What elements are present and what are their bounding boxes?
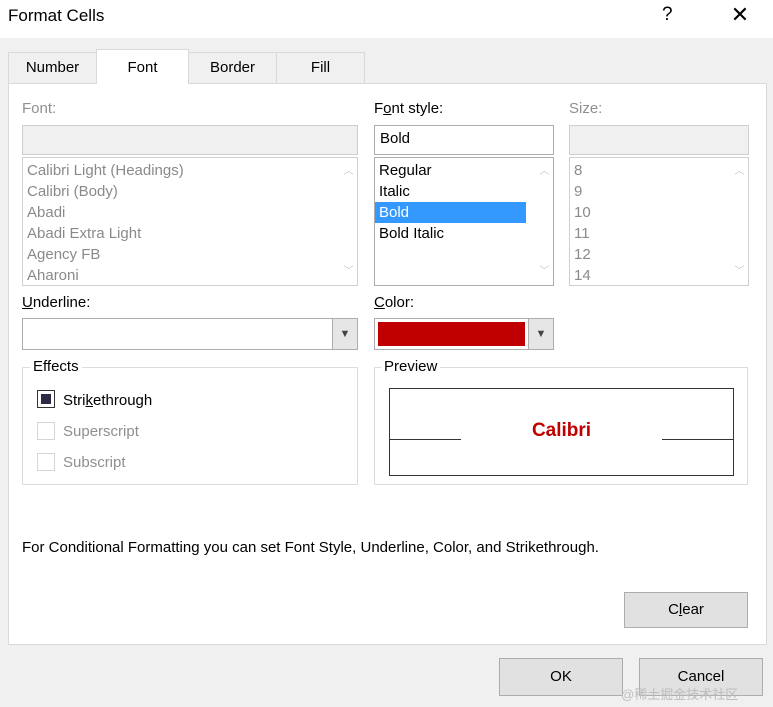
preview-title: Preview — [381, 358, 441, 375]
strikethrough-checkbox[interactable] — [37, 390, 55, 408]
list-item: Aharoni — [27, 267, 79, 284]
chevron-down-icon[interactable]: ▼ — [332, 319, 357, 349]
preview-box: Calibri — [389, 388, 734, 476]
tab-number[interactable]: Number — [8, 52, 97, 83]
title-bar: Format Cells ? ✕ — [0, 0, 773, 38]
font-style-list[interactable]: Regular Italic Bold Bold Italic ︿ ﹀ — [374, 157, 554, 286]
preview-sample-text: Calibri — [531, 420, 592, 441]
list-item: 14 — [574, 267, 591, 284]
tab-border[interactable]: Border — [188, 52, 277, 83]
list-item: 8 — [574, 162, 583, 179]
scroll-up-icon[interactable]: ︿ — [536, 163, 553, 180]
list-item: Agency FB — [27, 246, 101, 263]
underline-select[interactable]: ▼ — [22, 318, 358, 350]
clear-button[interactable]: Clear — [624, 592, 748, 628]
scroll-down-icon: ﹀ — [343, 266, 354, 277]
list-item: 11 — [574, 225, 590, 242]
scroll-down-icon: ﹀ — [734, 266, 745, 277]
superscript-checkbox — [37, 422, 55, 440]
list-item: 12 — [574, 246, 591, 263]
ok-button[interactable]: OK — [499, 658, 623, 696]
font-list: Calibri Light (Headings) Calibri (Body) … — [22, 157, 358, 286]
chevron-down-icon[interactable]: ▼ — [528, 319, 553, 349]
list-item: Calibri Light (Headings) — [27, 162, 184, 179]
list-item: Calibri (Body) — [27, 183, 118, 200]
close-icon[interactable]: ✕ — [729, 2, 751, 28]
checkbox-fill-icon — [41, 394, 51, 404]
subscript-label: Subscript — [63, 454, 126, 471]
window-title: Format Cells — [8, 6, 105, 25]
size-input — [569, 125, 749, 155]
tab-font[interactable]: Font — [96, 49, 189, 84]
tab-fill[interactable]: Fill — [276, 52, 365, 83]
font-style-scrollbar[interactable]: ︿ ﹀ — [536, 158, 553, 285]
underline-label: Underline: — [22, 294, 91, 311]
list-item: Abadi Extra Light — [27, 225, 142, 242]
size-list: 8 9 10 11 12 14 ︿ ﹀ — [569, 157, 749, 286]
font-style-input[interactable]: Bold — [374, 125, 554, 155]
list-item[interactable]: Bold Italic — [375, 223, 526, 244]
superscript-label: Superscript — [63, 423, 139, 440]
color-label: Color: — [374, 294, 415, 311]
font-label: Font: — [22, 100, 57, 117]
effects-title: Effects — [30, 358, 82, 375]
list-item: Abadi — [27, 204, 66, 221]
subscript-checkbox — [37, 453, 55, 471]
list-item-selected[interactable]: Bold — [375, 202, 526, 223]
list-item[interactable]: Italic — [375, 181, 526, 202]
color-picker[interactable]: ▼ — [374, 318, 554, 350]
size-label: Size: — [569, 100, 603, 117]
watermark-text: @稀土掘金技术社区 — [621, 687, 739, 702]
font-name-input — [22, 125, 358, 155]
size-list-scrollbar: ︿ ﹀ — [731, 158, 748, 285]
list-item[interactable]: Regular — [375, 160, 526, 181]
strikethrough-label[interactable]: Strikethrough — [63, 392, 152, 409]
list-item: 10 — [574, 204, 591, 221]
color-swatch — [378, 322, 525, 346]
help-icon[interactable]: ? — [662, 4, 673, 26]
conditional-formatting-note: For Conditional Formatting you can set F… — [22, 539, 599, 556]
list-item: 9 — [574, 183, 583, 200]
scroll-down-icon[interactable]: ﹀ — [536, 263, 553, 280]
scroll-up-icon: ︿ — [343, 166, 354, 177]
font-list-scrollbar: ︿ ﹀ — [340, 158, 357, 285]
scroll-up-icon: ︿ — [734, 166, 745, 177]
font-style-label: Font style: — [374, 100, 444, 117]
